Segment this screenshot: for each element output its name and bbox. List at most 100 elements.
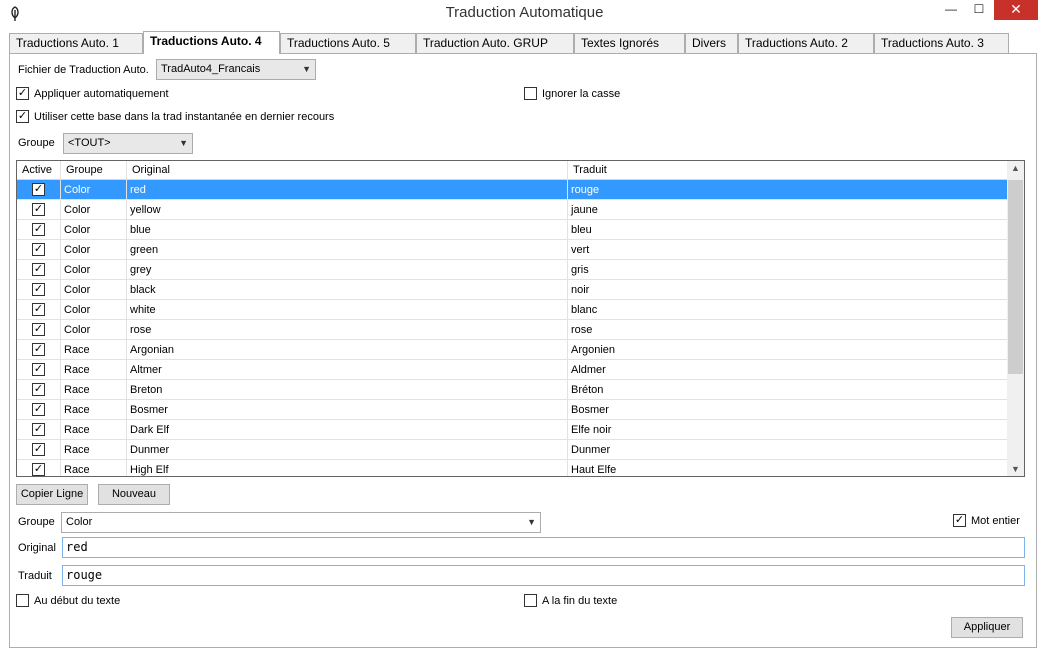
tab-traductions-auto-5[interactable]: Traductions Auto. 5 — [280, 33, 416, 53]
table-row[interactable]: ✓ Race Bosmer Bosmer — [17, 400, 1007, 420]
cell-original[interactable]: black — [127, 280, 568, 300]
cell-traduit[interactable]: Bréton — [568, 380, 1007, 400]
auto-apply-checkbox[interactable]: ✓ — [16, 87, 29, 100]
cell-groupe[interactable]: Race — [61, 360, 127, 380]
cell-traduit[interactable]: gris — [568, 260, 1007, 280]
scroll-thumb[interactable] — [1008, 180, 1023, 374]
group-filter-select[interactable]: <TOUT> ▼ — [63, 133, 193, 154]
cell-original[interactable]: Dunmer — [127, 440, 568, 460]
cell-original[interactable]: Breton — [127, 380, 568, 400]
cell-groupe[interactable]: Color — [61, 180, 127, 200]
use-base-checkbox[interactable]: ✓ — [16, 110, 29, 123]
cell-groupe[interactable]: Race — [61, 340, 127, 360]
cell-active[interactable]: ✓ — [17, 280, 61, 300]
file-select[interactable]: TradAuto4_Francais ▼ — [156, 59, 316, 80]
table-row[interactable]: ✓ Color rose rose — [17, 320, 1007, 340]
table-row[interactable]: ✓ Race Dark Elf Elfe noir — [17, 420, 1007, 440]
cell-groupe[interactable]: Color — [61, 240, 127, 260]
cell-traduit[interactable]: Bosmer — [568, 400, 1007, 420]
cell-active[interactable]: ✓ — [17, 200, 61, 220]
cell-groupe[interactable]: Race — [61, 420, 127, 440]
cell-active[interactable]: ✓ — [17, 220, 61, 240]
table-row[interactable]: ✓ Color green vert — [17, 240, 1007, 260]
cell-active[interactable]: ✓ — [17, 360, 61, 380]
whole-word-checkbox[interactable]: ✓ — [953, 514, 966, 527]
tab-textes-ignores[interactable]: Textes Ignorés — [574, 33, 685, 53]
traduit-input[interactable]: rouge — [62, 565, 1025, 586]
cell-traduit[interactable]: rose — [568, 320, 1007, 340]
cell-groupe[interactable]: Color — [61, 260, 127, 280]
cell-groupe[interactable]: Race — [61, 460, 127, 476]
cell-original[interactable]: blue — [127, 220, 568, 240]
cell-groupe[interactable]: Race — [61, 400, 127, 420]
cell-groupe[interactable]: Race — [61, 380, 127, 400]
cell-active[interactable]: ✓ — [17, 260, 61, 280]
cell-original[interactable]: white — [127, 300, 568, 320]
row-active-checkbox[interactable]: ✓ — [32, 223, 45, 236]
cell-active[interactable]: ✓ — [17, 440, 61, 460]
cell-traduit[interactable]: Aldmer — [568, 360, 1007, 380]
cell-active[interactable]: ✓ — [17, 180, 61, 200]
cell-groupe[interactable]: Color — [61, 280, 127, 300]
table-row[interactable]: ✓ Race Dunmer Dunmer — [17, 440, 1007, 460]
cell-active[interactable]: ✓ — [17, 340, 61, 360]
start-of-text-checkbox[interactable] — [16, 594, 29, 607]
cell-active[interactable]: ✓ — [17, 320, 61, 340]
tab-traductions-auto-3[interactable]: Traductions Auto. 3 — [874, 33, 1009, 53]
row-active-checkbox[interactable]: ✓ — [32, 303, 45, 316]
table-row[interactable]: ✓ Color black noir — [17, 280, 1007, 300]
cell-active[interactable]: ✓ — [17, 400, 61, 420]
cell-traduit[interactable]: Argonien — [568, 340, 1007, 360]
table-row[interactable]: ✓ Race Altmer Aldmer — [17, 360, 1007, 380]
row-active-checkbox[interactable]: ✓ — [32, 283, 45, 296]
table-row[interactable]: ✓ Race High Elf Haut Elfe — [17, 460, 1007, 476]
row-active-checkbox[interactable]: ✓ — [32, 263, 45, 276]
cell-groupe[interactable]: Color — [61, 200, 127, 220]
row-active-checkbox[interactable]: ✓ — [32, 423, 45, 436]
table-row[interactable]: ✓ Color yellow jaune — [17, 200, 1007, 220]
table-row[interactable]: ✓ Race Argonian Argonien — [17, 340, 1007, 360]
cell-original[interactable]: red — [127, 180, 568, 200]
new-button[interactable]: Nouveau — [98, 484, 170, 505]
tab-traductions-auto-2[interactable]: Traductions Auto. 2 — [738, 33, 874, 53]
cell-traduit[interactable]: vert — [568, 240, 1007, 260]
row-active-checkbox[interactable]: ✓ — [32, 183, 45, 196]
cell-traduit[interactable]: noir — [568, 280, 1007, 300]
cell-groupe[interactable]: Race — [61, 440, 127, 460]
cell-traduit[interactable]: Elfe noir — [568, 420, 1007, 440]
cell-active[interactable]: ✓ — [17, 420, 61, 440]
row-active-checkbox[interactable]: ✓ — [32, 343, 45, 356]
close-button[interactable]: ✕ — [994, 0, 1038, 20]
ignore-case-checkbox[interactable] — [524, 87, 537, 100]
scroll-down-icon[interactable]: ▼ — [1007, 464, 1024, 474]
cell-traduit[interactable]: Haut Elfe — [568, 460, 1007, 476]
cell-traduit[interactable]: blanc — [568, 300, 1007, 320]
column-header-traduit[interactable]: Traduit — [568, 161, 1007, 180]
column-header-active[interactable]: Active — [17, 161, 61, 180]
grid-vertical-scrollbar[interactable]: ▲ ▼ — [1007, 161, 1024, 476]
cell-active[interactable]: ✓ — [17, 460, 61, 476]
translation-grid[interactable]: Active Groupe Original Traduit ✓ Color red… — [16, 160, 1025, 477]
cell-traduit[interactable]: Dunmer — [568, 440, 1007, 460]
column-header-groupe[interactable]: Groupe — [61, 161, 127, 180]
row-active-checkbox[interactable]: ✓ — [32, 203, 45, 216]
table-row[interactable]: ✓ Color white blanc — [17, 300, 1007, 320]
row-active-checkbox[interactable]: ✓ — [32, 323, 45, 336]
maximize-button[interactable]: ☐ — [965, 0, 993, 20]
row-active-checkbox[interactable]: ✓ — [32, 363, 45, 376]
end-of-text-checkbox[interactable] — [524, 594, 537, 607]
cell-traduit[interactable]: jaune — [568, 200, 1007, 220]
cell-original[interactable]: Dark Elf — [127, 420, 568, 440]
cell-traduit[interactable]: rouge — [568, 180, 1007, 200]
row-active-checkbox[interactable]: ✓ — [32, 463, 45, 476]
scroll-up-icon[interactable]: ▲ — [1007, 163, 1024, 173]
copy-line-button[interactable]: Copier Ligne — [16, 484, 88, 505]
cell-original[interactable]: rose — [127, 320, 568, 340]
row-active-checkbox[interactable]: ✓ — [32, 443, 45, 456]
column-header-original[interactable]: Original — [127, 161, 568, 180]
edit-group-select[interactable]: Color ▼ — [61, 512, 541, 533]
cell-traduit[interactable]: bleu — [568, 220, 1007, 240]
row-active-checkbox[interactable]: ✓ — [32, 243, 45, 256]
tab-traductions-auto-1[interactable]: Traductions Auto. 1 — [9, 33, 143, 53]
tab-traduction-auto-grup[interactable]: Traduction Auto. GRUP — [416, 33, 574, 53]
